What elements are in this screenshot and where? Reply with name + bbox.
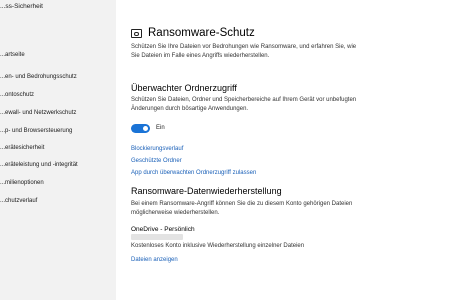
- sidebar-item-device-security[interactable]: ...erätesicherheit: [0, 145, 44, 151]
- sidebar-item-family-options[interactable]: ...milienoptionen: [0, 180, 44, 186]
- onedrive-description: Kostenloses Konto inklusive Wiederherste…: [131, 243, 305, 249]
- ransomware-protection-icon: [131, 28, 142, 38]
- sidebar-item-app-browser-control[interactable]: ...p- und Browsersteuerung: [0, 128, 72, 134]
- sidebar-item-home[interactable]: ...artseite: [0, 52, 25, 58]
- toggle-state-label: Ein: [156, 125, 165, 131]
- allow-app-link[interactable]: App durch überwachten Ordnerzugriff zula…: [131, 170, 256, 176]
- page-title: Ransomware-Schutz: [148, 27, 255, 39]
- sidebar-item-device-performance[interactable]: ...eräteleistung und -integrität: [0, 162, 78, 168]
- folder-access-toggle[interactable]: [131, 124, 150, 133]
- main-content: Ransomware-Schutz Schützen Sie Ihre Date…: [116, 0, 450, 300]
- sidebar-item-virus-protection[interactable]: ...en- und Bedrohungsschutz: [0, 74, 77, 80]
- sidebar-item-firewall[interactable]: ...ewall- und Netzwerkschutz: [0, 110, 76, 116]
- onedrive-title: OneDrive - Persönlich: [131, 226, 195, 233]
- show-files-link[interactable]: Dateien anzeigen: [131, 257, 178, 263]
- redacted-account-email: [131, 234, 183, 240]
- sidebar-item-protection-history[interactable]: ...chutzverlauf: [0, 198, 37, 204]
- window-title: ...ss-Sicherheit: [0, 3, 43, 10]
- data-recovery-heading: Ransomware-Datenwiederherstellung: [131, 186, 282, 196]
- sidebar-item-account-protection[interactable]: ...ontoschutz: [0, 92, 34, 98]
- data-recovery-description: Bei einem Ransomware-Angriff können Sie …: [131, 201, 353, 216]
- block-history-link[interactable]: Blockierungsverlauf: [131, 146, 183, 152]
- page-intro: Schützen Sie Ihre Dateien vor Bedrohunge…: [131, 44, 357, 59]
- toggle-knob: [143, 126, 148, 131]
- folder-access-heading: Überwachter Ordnerzugriff: [131, 83, 237, 93]
- page-header: Ransomware-Schutz: [131, 27, 255, 39]
- folder-access-description: Schützen Sie Dateien, Ordner und Speiche…: [131, 97, 357, 112]
- sidebar: ...ss-Sicherheit ...artseite ...en- und …: [0, 0, 116, 300]
- protected-folders-link[interactable]: Geschützte Ordner: [131, 158, 182, 164]
